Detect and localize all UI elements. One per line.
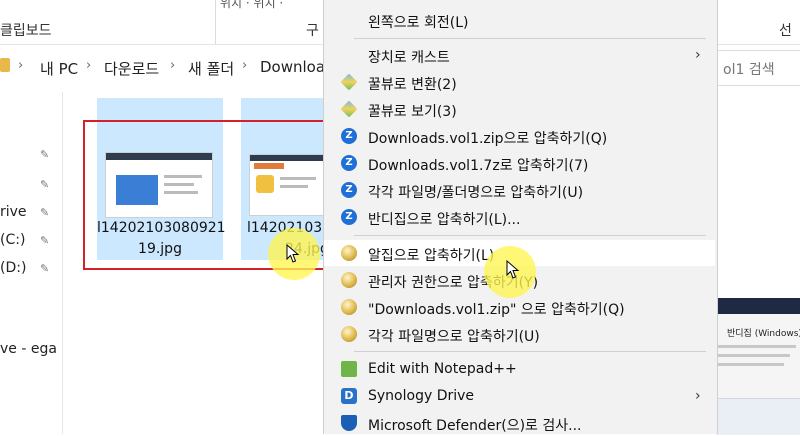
nav-item-c-drive[interactable]: (C:)	[0, 232, 25, 248]
breadcrumb-item[interactable]: 새 폴더	[188, 58, 234, 79]
honeyview-icon	[340, 100, 358, 118]
menu-item-honeyview-view[interactable]: 꿀뷰로 보기(3)	[324, 96, 715, 122]
breadcrumb-item[interactable]: 다운로드	[104, 58, 159, 79]
synology-icon: D	[341, 388, 357, 404]
pin-icon[interactable]: ✎	[40, 178, 50, 191]
navigation-pane: ✎ ✎ rive ✎ (C:) ✎ (D:) ✎ ve - ega	[0, 92, 63, 434]
ribbon-group-label: 선	[779, 23, 792, 39]
honeyview-icon	[340, 73, 358, 91]
alzip-icon	[341, 326, 357, 342]
menu-separator	[354, 38, 706, 39]
mouse-pointer-icon	[286, 244, 300, 263]
menu-item-alzip-zip[interactable]: "Downloads.vol1.zip" 으로 압축하기(Q)	[324, 294, 715, 320]
bandizip-icon: Z	[341, 128, 357, 144]
background-window-text	[718, 345, 798, 385]
ribbon-top-strip: 위치 · 위치 ·	[220, 0, 284, 9]
menu-item-bandizip-compress[interactable]: Z 반디집으로 압축하기(L)...	[324, 204, 715, 230]
alzip-icon	[341, 245, 357, 261]
breadcrumb-item[interactable]: 내 PC	[40, 58, 78, 79]
chevron-right-icon: ›	[86, 58, 92, 73]
breadcrumb[interactable]: › 내 PC › 다운로드 › 새 폴더 › Download	[0, 52, 335, 82]
alzip-icon	[341, 272, 357, 288]
menu-item-defender-scan[interactable]: Microsoft Defender(으)로 검사...	[324, 410, 715, 436]
search-placeholder: ol1 검색	[723, 62, 775, 78]
menu-item-bandizip-7z[interactable]: Z Downloads.vol1.7z로 압축하기(7)	[324, 150, 715, 176]
notepadpp-icon	[341, 361, 357, 377]
bandizip-icon: Z	[341, 209, 357, 225]
ribbon-group-label: 구	[306, 23, 319, 39]
chevron-right-icon: ›	[695, 47, 701, 63]
defender-icon	[341, 415, 357, 431]
chevron-right-icon: ›	[170, 58, 176, 73]
menu-item-rotate-left[interactable]: 왼쪽으로 회전(L)	[324, 7, 715, 33]
chevron-right-icon: ›	[242, 58, 248, 73]
menu-item-cast-to-device[interactable]: 장치로 캐스트 ›	[324, 42, 715, 68]
pin-icon[interactable]: ✎	[40, 206, 50, 219]
bandizip-icon: Z	[341, 182, 357, 198]
alzip-icon	[341, 299, 357, 315]
chevron-right-icon: ›	[18, 58, 24, 73]
menu-item-bandizip-zip[interactable]: Z Downloads.vol1.zip으로 압축하기(Q)	[324, 123, 715, 149]
ribbon-group-clipboard: 클립보드	[0, 23, 52, 39]
nav-item-onedrive[interactable]: ve - ega	[0, 341, 57, 357]
nav-item-d-drive[interactable]: (D:)	[0, 260, 26, 276]
menu-separator	[354, 235, 706, 236]
bandizip-icon: Z	[341, 155, 357, 171]
mouse-pointer-icon	[506, 260, 520, 279]
background-window-title: 반디집 (Windows)	[727, 329, 800, 339]
background-window-panel	[716, 398, 800, 435]
menu-item-honeyview-convert[interactable]: 꿀뷰로 변환(2)	[324, 69, 715, 95]
menu-item-notepadpp[interactable]: Edit with Notepad++	[324, 356, 715, 382]
context-menu: 왼쪽으로 회전(L) 장치로 캐스트 › 꿀뷰로 변환(2) 꿀뷰로 보기(3)…	[323, 0, 718, 434]
menu-item-alzip-each[interactable]: 각각 파일명으로 압축하기(U)	[324, 321, 715, 347]
background-window-header	[712, 298, 800, 314]
menu-separator	[354, 351, 706, 352]
ribbon-divider	[215, 0, 216, 44]
menu-item-bandizip-each[interactable]: Z 각각 파일명/폴더명으로 압축하기(U)	[324, 177, 715, 203]
menu-item-synology-drive[interactable]: D Synology Drive ›	[324, 383, 715, 409]
pin-icon[interactable]: ✎	[40, 262, 50, 275]
pin-icon[interactable]: ✎	[40, 234, 50, 247]
nav-item-drive[interactable]: rive	[0, 204, 27, 220]
chevron-right-icon: ›	[695, 388, 701, 404]
pin-icon[interactable]: ✎	[40, 148, 50, 161]
search-input[interactable]: ol1 검색	[715, 50, 800, 86]
